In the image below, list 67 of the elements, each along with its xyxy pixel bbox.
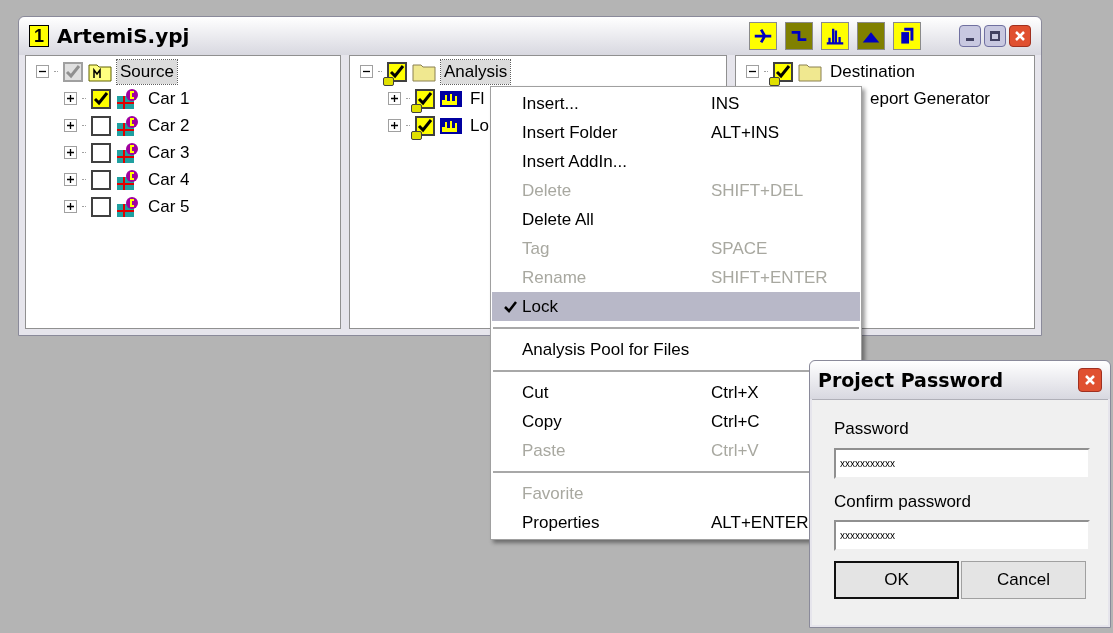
- peaks-icon: [825, 27, 845, 45]
- dialog-title: Project Password: [818, 367, 1005, 393]
- field-label: Confirm password: [834, 490, 972, 513]
- dialog-button[interactable]: OK: [834, 561, 960, 599]
- window-title: ArtemiS.ypj: [57, 23, 190, 50]
- plane-icon: [753, 28, 773, 44]
- checkmark-icon: [504, 300, 517, 313]
- checkbox[interactable]: [91, 169, 111, 190]
- menu-item[interactable]: Insert... INS: [492, 89, 860, 118]
- minimize-button[interactable]: [959, 25, 981, 47]
- maximize-icon: [990, 31, 1000, 41]
- tree-item[interactable]: Car 1: [145, 86, 193, 111]
- close-button[interactable]: [1078, 368, 1102, 392]
- minimize-icon: [966, 38, 974, 41]
- chart-badge-icon: [116, 114, 140, 137]
- menu-item[interactable]: Insert AddIn...: [492, 147, 860, 176]
- dialog-button[interactable]: Cancel: [961, 561, 1086, 599]
- menu-item[interactable]: Delete All: [492, 205, 860, 234]
- close-icon: [1084, 374, 1096, 386]
- close-button[interactable]: [1009, 25, 1031, 47]
- collapse-icon[interactable]: [746, 65, 759, 78]
- tree-item[interactable]: Destination: [827, 59, 919, 84]
- field-label: Password: [834, 418, 910, 440]
- maximize-button[interactable]: [984, 25, 1006, 47]
- expand-icon[interactable]: [64, 173, 77, 186]
- folder-icon: [412, 61, 436, 82]
- expand-icon[interactable]: [388, 119, 401, 132]
- toolbar-button[interactable]: [821, 22, 849, 50]
- spectrum-icon: [440, 90, 462, 107]
- folder-icon: [88, 61, 112, 82]
- menu-item[interactable]: Analysis Pool for Files: [492, 335, 860, 364]
- checkbox[interactable]: [91, 115, 111, 136]
- tree-item[interactable]: Source: [117, 59, 177, 84]
- expand-icon[interactable]: [64, 119, 77, 132]
- chart-badge-icon: [116, 87, 140, 110]
- triangle-icon: [862, 32, 880, 43]
- menu-item[interactable]: Insert Folder ALT+INS: [492, 118, 860, 147]
- tree-item[interactable]: Fl: [467, 86, 488, 111]
- chart-badge-icon: [116, 195, 140, 218]
- password-field[interactable]: xxxxxxxxxxx: [834, 520, 1090, 551]
- password-field[interactable]: xxxxxxxxxxx: [834, 447, 1090, 479]
- tree-item[interactable]: Car 4: [145, 167, 193, 192]
- tree-item[interactable]: Car 2: [145, 113, 193, 138]
- expand-icon[interactable]: [64, 146, 77, 159]
- expand-icon[interactable]: [64, 92, 77, 105]
- tree-item[interactable]: Car 5: [145, 194, 193, 219]
- pages-icon: [899, 27, 914, 45]
- window-badge: 1: [29, 25, 49, 47]
- spectrum-icon: [440, 117, 462, 134]
- folder-icon: [798, 61, 822, 82]
- step-icon: [791, 30, 807, 42]
- tree-item[interactable]: Car 3: [145, 140, 193, 165]
- collapse-icon[interactable]: [360, 65, 373, 78]
- close-icon: [1014, 30, 1026, 42]
- checkbox[interactable]: [91, 196, 111, 217]
- expand-icon[interactable]: [64, 200, 77, 213]
- chart-badge-icon: [116, 168, 140, 191]
- collapse-icon[interactable]: [36, 65, 49, 78]
- toolbar-button[interactable]: [893, 22, 921, 50]
- menu-item[interactable]: Lock: [492, 292, 860, 321]
- chart-badge-icon: [116, 141, 140, 164]
- tree-item[interactable]: Lo: [467, 113, 492, 138]
- checkbox[interactable]: [91, 142, 111, 163]
- expand-icon[interactable]: [388, 92, 401, 105]
- tree-item[interactable]: Analysis: [441, 59, 511, 84]
- tree-item[interactable]: eport Generator: [862, 86, 990, 111]
- toolbar-button[interactable]: [749, 22, 777, 50]
